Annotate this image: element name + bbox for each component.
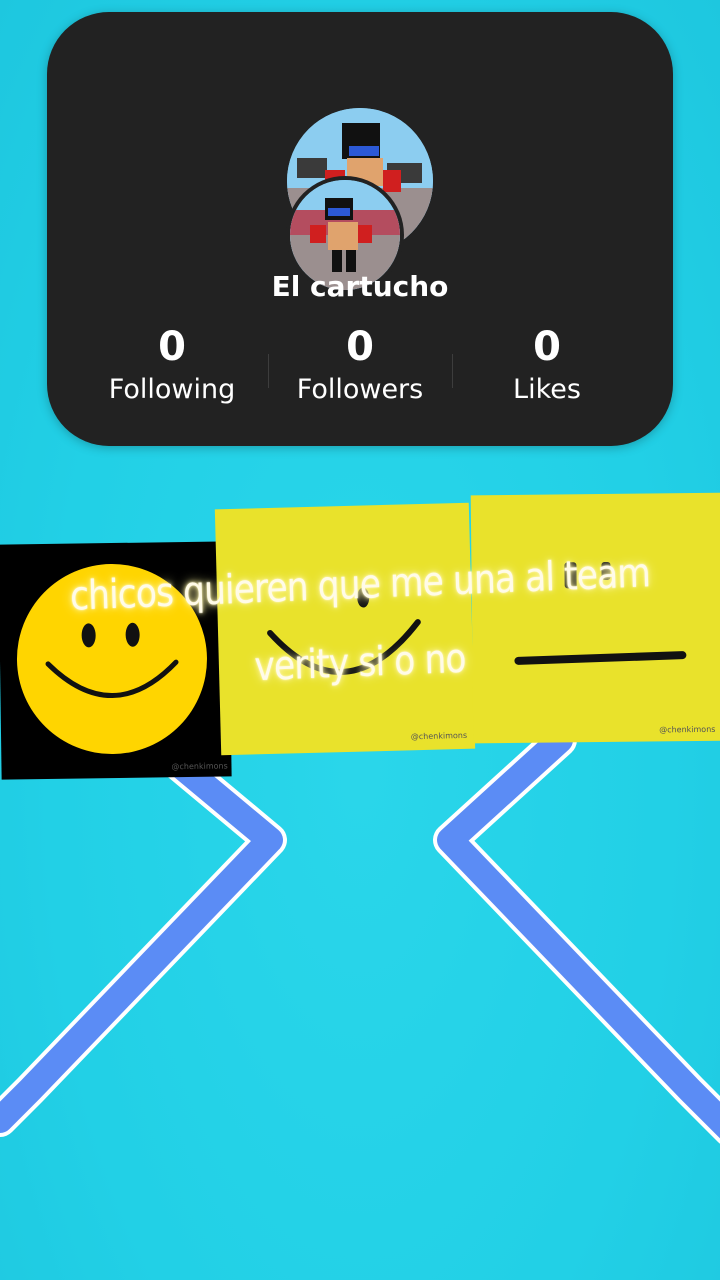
watermark: @chenkimons (410, 730, 468, 742)
likes-count: 0 (533, 324, 561, 370)
profile-username: El cartucho (271, 270, 449, 303)
following-label: Following (108, 374, 236, 405)
watermark: @chenkimons (659, 724, 716, 735)
neutral-mouth-icon (514, 561, 687, 665)
following-count: 0 (158, 324, 186, 370)
likes-label: Likes (513, 374, 581, 405)
watermark: @chenkimons (171, 761, 228, 772)
followers-count: 0 (346, 324, 374, 370)
stat-following[interactable]: 0 Following (72, 326, 272, 405)
stat-likes[interactable]: 0 Likes (447, 326, 647, 405)
neutral-image-panel: @chenkimons (470, 492, 720, 744)
smile-image-panel: @chenkimons (214, 502, 476, 756)
followers-label: Followers (296, 374, 424, 405)
smile-mouth-icon (267, 587, 421, 675)
profile-card: El cartucho 0 Following 0 Followers 0 Li… (47, 12, 673, 446)
stat-followers[interactable]: 0 Followers (260, 326, 460, 405)
